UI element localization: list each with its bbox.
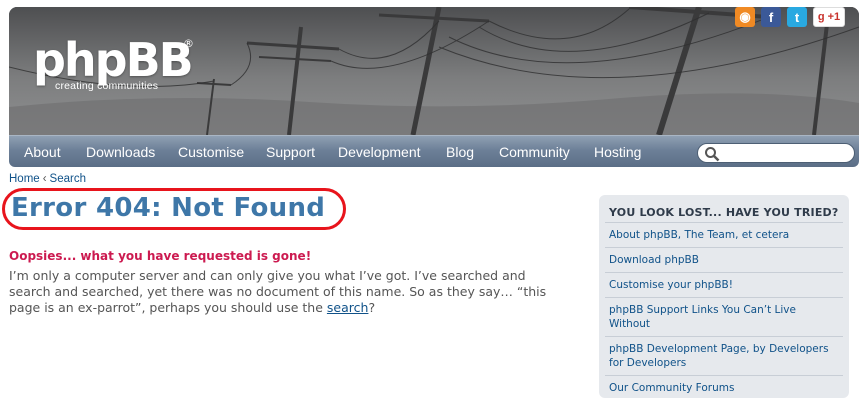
phpbb-logo[interactable]: phpBB ® creating communities <box>33 33 194 92</box>
breadcrumb-home[interactable]: Home <box>9 173 40 185</box>
nav-item-support[interactable]: Support <box>266 144 315 160</box>
nav-item-community[interactable]: Community <box>499 144 570 160</box>
nav-item-hosting[interactable]: Hosting <box>594 144 641 160</box>
search-link[interactable]: search <box>327 300 369 315</box>
nav-item-development[interactable]: Development <box>338 144 421 160</box>
main-nav: About Downloads Customise Support Develo… <box>9 135 859 167</box>
logo-tagline: creating communities <box>55 80 159 92</box>
error-message-text: page is an ex-parrot”, perhaps you shoul… <box>9 300 327 315</box>
error-message-line: page is an ex-parrot”, perhaps you shoul… <box>9 300 569 316</box>
sidebar-links: About phpBB, The Team, et cetera Downloa… <box>605 222 843 400</box>
google-plus-icon[interactable]: g +1 <box>813 7 845 27</box>
facebook-icon[interactable]: f <box>761 7 781 27</box>
search-input[interactable] <box>697 143 855 163</box>
nav-item-customise[interactable]: Customise <box>178 144 244 160</box>
sidebar-link-about[interactable]: About phpBB, The Team, et cetera <box>605 222 843 247</box>
search-icon <box>705 147 720 162</box>
registered-mark: ® <box>183 37 194 50</box>
site-header: phpBB ® creating communities ◉ f t g +1 <box>9 7 859 135</box>
error-message-line: I’m only a computer server and can only … <box>9 268 526 283</box>
breadcrumb-search[interactable]: Search <box>50 173 86 185</box>
sidebar-link-support[interactable]: phpBB Support Links You Can’t Live Witho… <box>605 297 843 336</box>
error-subhead: Oopsies... what you have requested is go… <box>9 249 312 263</box>
sidebar-title: YOU LOOK LOST... HAVE YOU TRIED? <box>609 206 839 219</box>
nav-item-blog[interactable]: Blog <box>446 144 474 160</box>
sidebar-link-development[interactable]: phpBB Development Page, by Developers fo… <box>605 336 843 375</box>
sidebar-suggestions: YOU LOOK LOST... HAVE YOU TRIED? About p… <box>599 195 849 398</box>
rss-icon[interactable]: ◉ <box>735 7 755 27</box>
breadcrumb: Home ‹ Search <box>9 173 86 185</box>
sidebar-link-download[interactable]: Download phpBB <box>605 247 843 272</box>
logo-text: phpBB <box>33 33 194 87</box>
nav-item-downloads[interactable]: Downloads <box>86 144 155 160</box>
page-title: Error 404: Not Found <box>11 193 326 223</box>
sidebar-link-community[interactable]: Our Community Forums <box>605 375 843 400</box>
twitter-icon[interactable]: t <box>787 7 807 27</box>
breadcrumb-separator: ‹ <box>42 173 47 185</box>
error-message-text: ? <box>368 300 376 315</box>
error-message: I’m only a computer server and can only … <box>9 268 569 316</box>
nav-item-about[interactable]: About <box>24 144 61 160</box>
sidebar-link-customise[interactable]: Customise your phpBB! <box>605 272 843 297</box>
error-message-line: search and searched, yet there was no do… <box>9 284 547 299</box>
